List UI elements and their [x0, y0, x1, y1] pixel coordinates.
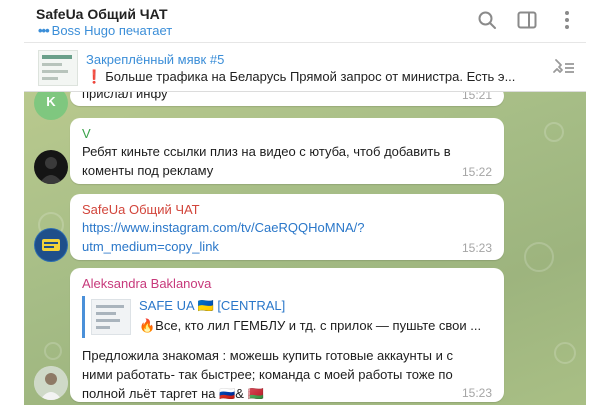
typing-status: ••• Boss Hugo печатает	[38, 23, 172, 38]
chat-header[interactable]: SafeUa Общий ЧАТ ••• Boss Hugo печатает	[24, 0, 586, 42]
message-bubble[interactable]: SafeUa Общий ЧАТ https://www.instagram.c…	[70, 194, 504, 260]
pinned-thumbnail	[38, 50, 78, 86]
message-text-line: коменты под рекламу	[82, 163, 214, 178]
avatar[interactable]	[34, 150, 68, 184]
message-time: 15:23	[461, 386, 492, 400]
message-text: прислал инфу	[82, 92, 168, 101]
sender-name[interactable]: Aleksandra Baklanova	[82, 276, 211, 291]
pinned-text-body: Больше трафика на Беларусь Прямой запрос…	[105, 69, 516, 84]
message-link[interactable]: utm_medium=copy_link	[82, 237, 219, 256]
avatar[interactable]	[34, 228, 68, 262]
pinned-title: Закреплённый мявк #5	[86, 52, 225, 67]
sidebar-toggle-icon[interactable]	[516, 9, 538, 31]
message-bubble[interactable]: V Ребят киньте ссылки плиз на видео с ют…	[70, 118, 504, 184]
avatar[interactable]: K	[34, 92, 68, 120]
message-time: 15:22	[461, 165, 492, 179]
exclamation-icon: ❗	[86, 69, 103, 84]
forward-title: SAFE UA 🇺🇦 [CENTRAL]	[139, 298, 286, 313]
message-bubble[interactable]: прислал инфу 15:21	[70, 92, 504, 106]
avatar[interactable]	[34, 366, 68, 400]
pinned-text: ❗ Больше трафика на Беларусь Прямой запро…	[86, 69, 526, 85]
typing-dots-icon: •••	[38, 23, 50, 38]
message-text-line: полной льёт таргет на 🇷🇺& 🇧🇾	[82, 386, 264, 401]
pinned-message-bar[interactable]: Закреплённый мявк #5 ❗ Больше трафика на …	[24, 42, 586, 92]
chat-history[interactable]: K прислал инфу 15:21 V Ребят киньте ссыл…	[24, 92, 586, 405]
forwarded-preview[interactable]: SAFE UA 🇺🇦 [CENTRAL] 🔥Все, кто лил ГЕМБЛ…	[82, 296, 492, 338]
chat-title[interactable]: SafeUa Общий ЧАТ	[36, 6, 168, 22]
sender-name[interactable]: SafeUa Общий ЧАТ	[82, 202, 200, 217]
message-time: 15:21	[461, 92, 492, 102]
more-vertical-icon[interactable]	[556, 9, 578, 31]
avatar-letter: K	[46, 94, 56, 109]
message-text-line: Ребят киньте ссылки плиз на видео с ютуб…	[82, 144, 451, 159]
header-actions	[476, 9, 578, 31]
search-icon[interactable]	[476, 9, 498, 31]
message-time: 15:23	[461, 241, 492, 255]
forward-thumbnail	[91, 299, 131, 335]
forward-text: 🔥Все, кто лил ГЕМБЛУ и тд. с прилок — пу…	[139, 318, 482, 333]
typing-text: Boss Hugo печатает	[51, 23, 173, 38]
chat-window: SafeUa Общий ЧАТ ••• Boss Hugo печатает З…	[0, 0, 608, 405]
sender-name[interactable]: V	[82, 126, 91, 141]
message-text-line: Предложила знакомая : можешь купить гото…	[82, 348, 453, 363]
message-bubble[interactable]: Aleksandra Baklanova SAFE UA 🇺🇦 [CENTRAL…	[70, 268, 504, 402]
message-text-line: ними работать- так быстрее; команда с мо…	[82, 367, 453, 382]
pinned-list-icon[interactable]	[552, 57, 576, 82]
message-link[interactable]: https://www.instagram.com/tv/CaeRQQHoMNA…	[82, 218, 364, 237]
